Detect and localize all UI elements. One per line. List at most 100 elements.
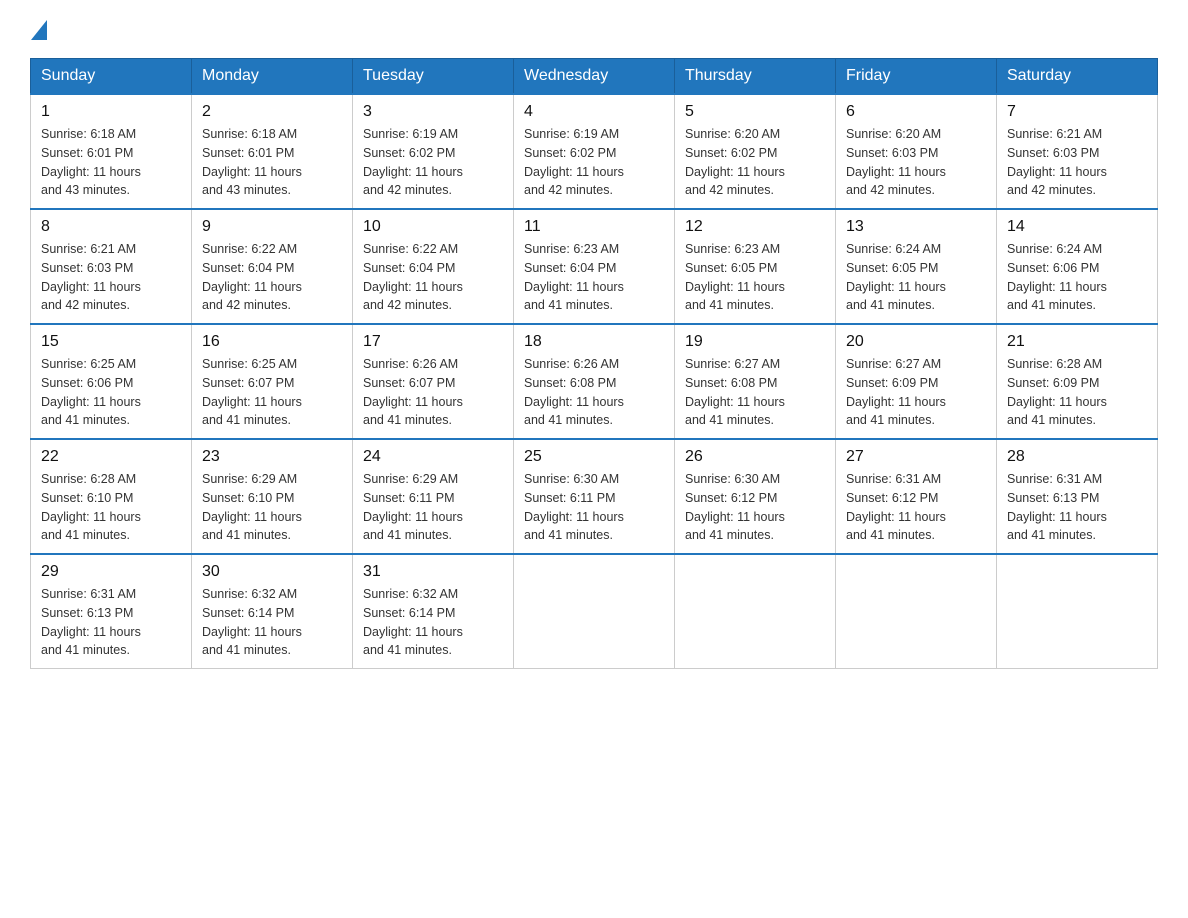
calendar-week-row: 1 Sunrise: 6:18 AMSunset: 6:01 PMDaylight… [31, 94, 1158, 209]
calendar-cell: 14 Sunrise: 6:24 AMSunset: 6:06 PMDayligh… [997, 209, 1158, 324]
calendar-cell: 29 Sunrise: 6:31 AMSunset: 6:13 PMDayligh… [31, 554, 192, 669]
day-info: Sunrise: 6:27 AMSunset: 6:09 PMDaylight:… [846, 355, 986, 430]
calendar-cell [997, 554, 1158, 669]
day-number: 10 [363, 218, 503, 236]
header [30, 20, 1158, 38]
day-info: Sunrise: 6:30 AMSunset: 6:11 PMDaylight:… [524, 470, 664, 545]
day-number: 31 [363, 563, 503, 581]
day-info: Sunrise: 6:28 AMSunset: 6:10 PMDaylight:… [41, 470, 181, 545]
day-info: Sunrise: 6:26 AMSunset: 6:08 PMDaylight:… [524, 355, 664, 430]
day-info: Sunrise: 6:24 AMSunset: 6:06 PMDaylight:… [1007, 240, 1147, 315]
day-info: Sunrise: 6:27 AMSunset: 6:08 PMDaylight:… [685, 355, 825, 430]
day-info: Sunrise: 6:21 AMSunset: 6:03 PMDaylight:… [1007, 125, 1147, 200]
calendar-cell [675, 554, 836, 669]
day-info: Sunrise: 6:20 AMSunset: 6:03 PMDaylight:… [846, 125, 986, 200]
day-number: 6 [846, 103, 986, 121]
day-info: Sunrise: 6:29 AMSunset: 6:10 PMDaylight:… [202, 470, 342, 545]
day-info: Sunrise: 6:24 AMSunset: 6:05 PMDaylight:… [846, 240, 986, 315]
day-number: 27 [846, 448, 986, 466]
calendar-header-friday: Friday [836, 59, 997, 95]
calendar-cell: 6 Sunrise: 6:20 AMSunset: 6:03 PMDaylight… [836, 94, 997, 209]
calendar-header-wednesday: Wednesday [514, 59, 675, 95]
calendar-cell: 21Sunrise: 6:28 AMSunset: 6:09 PMDayligh… [997, 324, 1158, 439]
day-info: Sunrise: 6:32 AMSunset: 6:14 PMDaylight:… [363, 585, 503, 660]
day-number: 22 [41, 448, 181, 466]
day-number: 9 [202, 218, 342, 236]
day-info: Sunrise: 6:25 AMSunset: 6:07 PMDaylight:… [202, 355, 342, 430]
calendar-cell: 9 Sunrise: 6:22 AMSunset: 6:04 PMDaylight… [192, 209, 353, 324]
day-number: 2 [202, 103, 342, 121]
calendar-cell: 19 Sunrise: 6:27 AMSunset: 6:08 PMDayligh… [675, 324, 836, 439]
day-number: 16 [202, 333, 342, 351]
calendar-cell: 7 Sunrise: 6:21 AMSunset: 6:03 PMDaylight… [997, 94, 1158, 209]
day-info: Sunrise: 6:28 AMSunset: 6:09 PMDaylight:… [1007, 355, 1147, 430]
day-number: 8 [41, 218, 181, 236]
day-number: 30 [202, 563, 342, 581]
day-number: 7 [1007, 103, 1147, 121]
day-info: Sunrise: 6:19 AMSunset: 6:02 PMDaylight:… [524, 125, 664, 200]
calendar-cell: 10 Sunrise: 6:22 AMSunset: 6:04 PMDayligh… [353, 209, 514, 324]
calendar-cell: 1 Sunrise: 6:18 AMSunset: 6:01 PMDaylight… [31, 94, 192, 209]
day-info: Sunrise: 6:18 AMSunset: 6:01 PMDaylight:… [202, 125, 342, 200]
calendar-cell: 13 Sunrise: 6:24 AMSunset: 6:05 PMDayligh… [836, 209, 997, 324]
day-info: Sunrise: 6:18 AMSunset: 6:01 PMDaylight:… [41, 125, 181, 200]
calendar-cell [514, 554, 675, 669]
calendar-table: SundayMondayTuesdayWednesdayThursdayFrid… [30, 58, 1158, 669]
day-number: 25 [524, 448, 664, 466]
calendar-cell: 3 Sunrise: 6:19 AMSunset: 6:02 PMDaylight… [353, 94, 514, 209]
day-number: 28 [1007, 448, 1147, 466]
calendar-week-row: 15Sunrise: 6:25 AMSunset: 6:06 PMDayligh… [31, 324, 1158, 439]
day-number: 26 [685, 448, 825, 466]
day-number: 14 [1007, 218, 1147, 236]
calendar-cell: 20Sunrise: 6:27 AMSunset: 6:09 PMDayligh… [836, 324, 997, 439]
day-number: 11 [524, 218, 664, 236]
day-number: 29 [41, 563, 181, 581]
day-info: Sunrise: 6:29 AMSunset: 6:11 PMDaylight:… [363, 470, 503, 545]
calendar-cell: 18 Sunrise: 6:26 AMSunset: 6:08 PMDayligh… [514, 324, 675, 439]
day-info: Sunrise: 6:32 AMSunset: 6:14 PMDaylight:… [202, 585, 342, 660]
day-number: 18 [524, 333, 664, 351]
day-info: Sunrise: 6:19 AMSunset: 6:02 PMDaylight:… [363, 125, 503, 200]
calendar-week-row: 8 Sunrise: 6:21 AMSunset: 6:03 PMDaylight… [31, 209, 1158, 324]
calendar-cell: 31 Sunrise: 6:32 AMSunset: 6:14 PMDayligh… [353, 554, 514, 669]
calendar-cell: 5 Sunrise: 6:20 AMSunset: 6:02 PMDaylight… [675, 94, 836, 209]
calendar-cell: 4 Sunrise: 6:19 AMSunset: 6:02 PMDaylight… [514, 94, 675, 209]
calendar-header-row: SundayMondayTuesdayWednesdayThursdayFrid… [31, 59, 1158, 95]
day-number: 23 [202, 448, 342, 466]
day-number: 19 [685, 333, 825, 351]
day-info: Sunrise: 6:31 AMSunset: 6:13 PMDaylight:… [41, 585, 181, 660]
calendar-cell: 12 Sunrise: 6:23 AMSunset: 6:05 PMDayligh… [675, 209, 836, 324]
calendar-cell: 23 Sunrise: 6:29 AMSunset: 6:10 PMDayligh… [192, 439, 353, 554]
calendar-week-row: 22 Sunrise: 6:28 AMSunset: 6:10 PMDayligh… [31, 439, 1158, 554]
day-number: 13 [846, 218, 986, 236]
calendar-header-monday: Monday [192, 59, 353, 95]
calendar-cell: 17Sunrise: 6:26 AMSunset: 6:07 PMDayligh… [353, 324, 514, 439]
calendar-cell: 11Sunrise: 6:23 AMSunset: 6:04 PMDayligh… [514, 209, 675, 324]
day-info: Sunrise: 6:23 AMSunset: 6:05 PMDaylight:… [685, 240, 825, 315]
calendar-cell: 16 Sunrise: 6:25 AMSunset: 6:07 PMDayligh… [192, 324, 353, 439]
calendar-cell: 15Sunrise: 6:25 AMSunset: 6:06 PMDayligh… [31, 324, 192, 439]
calendar-cell: 27Sunrise: 6:31 AMSunset: 6:12 PMDayligh… [836, 439, 997, 554]
calendar-header-sunday: Sunday [31, 59, 192, 95]
day-info: Sunrise: 6:21 AMSunset: 6:03 PMDaylight:… [41, 240, 181, 315]
day-number: 1 [41, 103, 181, 121]
day-info: Sunrise: 6:20 AMSunset: 6:02 PMDaylight:… [685, 125, 825, 200]
day-info: Sunrise: 6:31 AMSunset: 6:13 PMDaylight:… [1007, 470, 1147, 545]
day-info: Sunrise: 6:22 AMSunset: 6:04 PMDaylight:… [202, 240, 342, 315]
calendar-header-thursday: Thursday [675, 59, 836, 95]
day-number: 3 [363, 103, 503, 121]
calendar-header-saturday: Saturday [997, 59, 1158, 95]
day-info: Sunrise: 6:30 AMSunset: 6:12 PMDaylight:… [685, 470, 825, 545]
day-number: 4 [524, 103, 664, 121]
day-number: 12 [685, 218, 825, 236]
calendar-header-tuesday: Tuesday [353, 59, 514, 95]
day-number: 15 [41, 333, 181, 351]
calendar-cell: 25 Sunrise: 6:30 AMSunset: 6:11 PMDayligh… [514, 439, 675, 554]
calendar-cell [836, 554, 997, 669]
day-number: 5 [685, 103, 825, 121]
calendar-cell: 26 Sunrise: 6:30 AMSunset: 6:12 PMDayligh… [675, 439, 836, 554]
calendar-cell: 30 Sunrise: 6:32 AMSunset: 6:14 PMDayligh… [192, 554, 353, 669]
day-info: Sunrise: 6:26 AMSunset: 6:07 PMDaylight:… [363, 355, 503, 430]
day-info: Sunrise: 6:22 AMSunset: 6:04 PMDaylight:… [363, 240, 503, 315]
calendar-cell: 22 Sunrise: 6:28 AMSunset: 6:10 PMDayligh… [31, 439, 192, 554]
